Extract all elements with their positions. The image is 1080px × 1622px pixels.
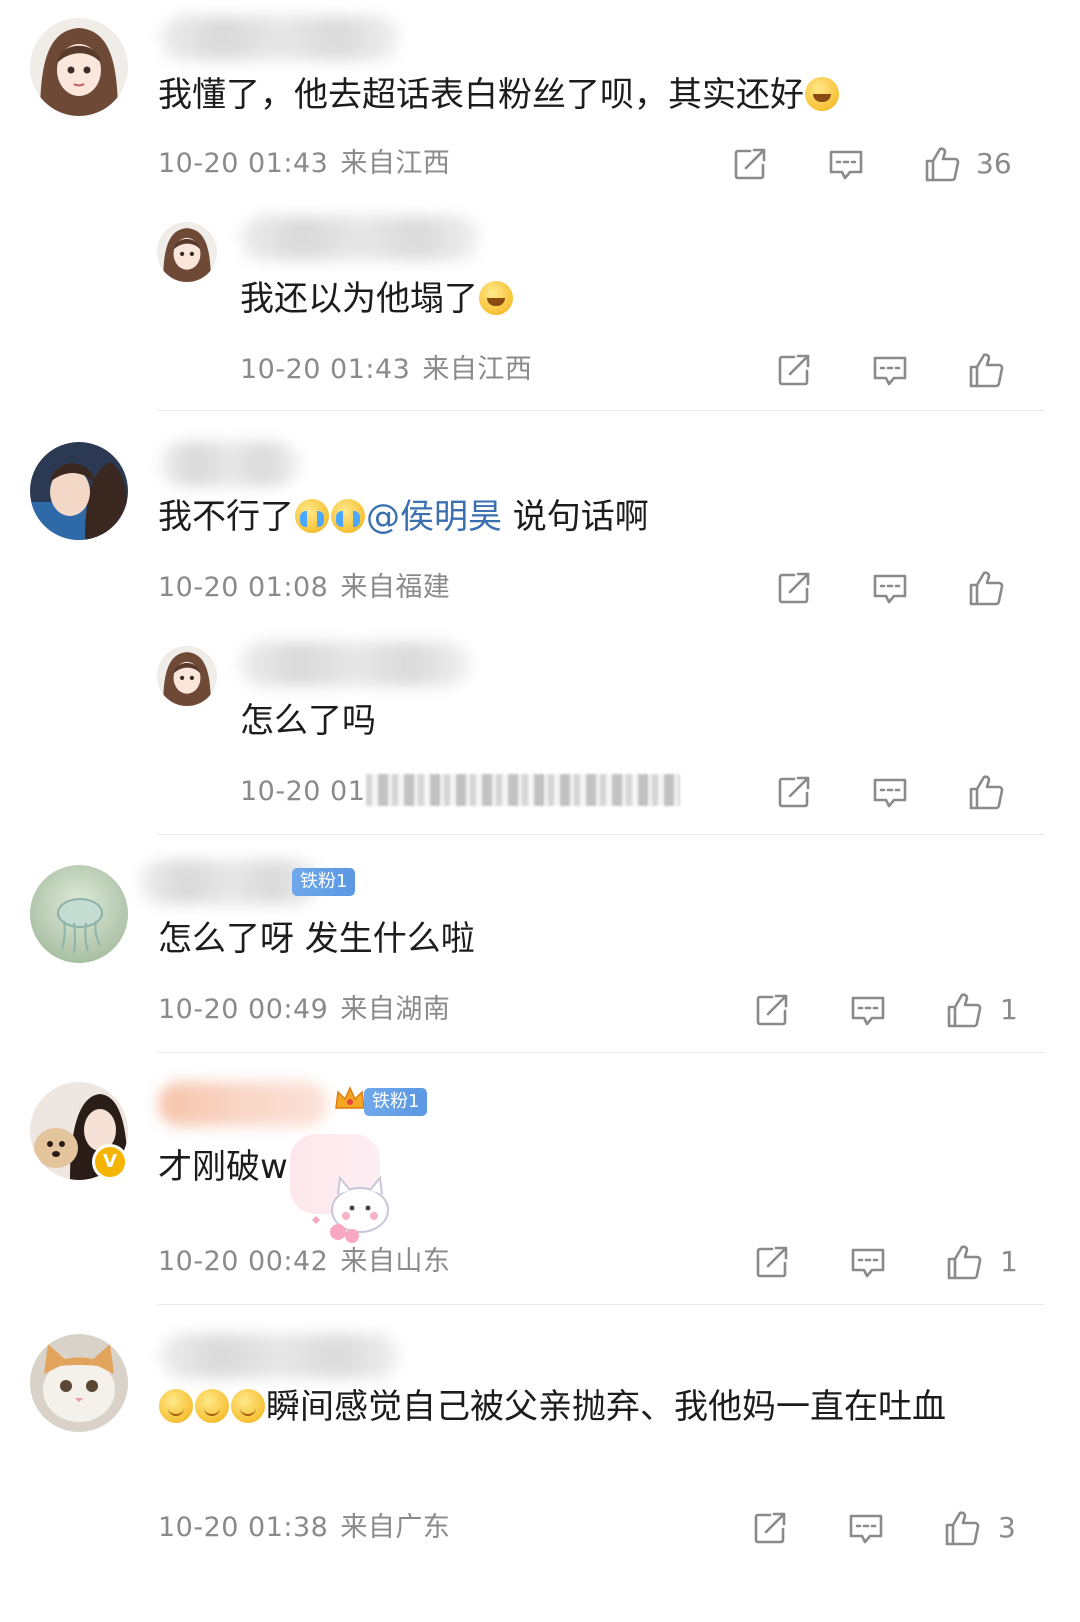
like-count: 36 [976, 147, 1012, 180]
smile-emoji-icon [195, 1389, 229, 1423]
smile-emoji-icon [159, 1389, 193, 1423]
comment-meta: 10-20 01:43 来自江西 [158, 146, 450, 182]
comment-text: 才刚破w [158, 1142, 288, 1192]
user-avatar[interactable] [30, 18, 128, 116]
reply-avatar[interactable] [157, 646, 217, 706]
comment-icon[interactable] [848, 990, 888, 1030]
like-icon[interactable] [922, 144, 962, 184]
comment-actions: 1 [752, 990, 1052, 1034]
comment-text-content: 瞬间感觉自己被父亲抛弃、我他妈一直在吐血 [266, 1387, 946, 1427]
comment-text: 瞬间感觉自己被父亲抛弃、我他妈一直在吐血 [158, 1382, 1018, 1432]
like-count: 3 [998, 1511, 1016, 1544]
reply-location: 来自江西 [422, 354, 533, 385]
username-blurred[interactable] [160, 16, 400, 60]
comment-actions: 36 [730, 144, 1030, 188]
like-count: 1 [1000, 1245, 1018, 1278]
comment-text: 我不行了 @侯明昊 说句话啊 [158, 492, 649, 542]
comment-icon[interactable] [870, 772, 910, 812]
comment-location: 来自山东 [340, 1246, 451, 1277]
comment-meta: 10-20 01:38 来自广东 [158, 1510, 450, 1546]
comment-location: 来自广东 [340, 1512, 451, 1543]
redacted-region [366, 774, 680, 806]
comment-meta: 10-20 01:08 来自福建 [158, 570, 450, 606]
comment-text: 怎么了呀 发生什么啦 [158, 914, 475, 964]
user-avatar[interactable] [30, 442, 128, 540]
comment-text: 我懂了，他去超话表白粉丝了呗，其实还好 [158, 70, 840, 120]
comment-time: 10-20 01:38 [158, 1512, 329, 1543]
comment-actions: 1 [752, 1242, 1052, 1286]
divider [158, 834, 1044, 835]
comment-text-content: 我不行了 [158, 497, 294, 537]
comment-text-content: 才刚破w [158, 1147, 288, 1187]
comment-text-content: 我懂了，他去超话表白粉丝了呗，其实还好 [158, 75, 804, 115]
reply-meta: 10-20 01:43 来自江西 [240, 352, 532, 388]
user-avatar[interactable] [30, 865, 128, 963]
crying-emoji-icon [295, 499, 329, 533]
share-icon[interactable] [752, 990, 792, 1030]
reply-time: 10-20 01 [240, 776, 366, 807]
verified-badge: V [92, 1144, 128, 1180]
like-icon[interactable] [966, 772, 1006, 812]
divider [158, 1304, 1044, 1305]
like-icon[interactable] [944, 1242, 984, 1282]
comment-text-content: 怎么了呀 发生什么啦 [158, 919, 475, 959]
comment-time: 10-20 00:42 [158, 1246, 329, 1277]
fan-badge: 铁粉1 [364, 1088, 428, 1116]
fan-badge: 铁粉1 [292, 868, 356, 896]
reply-username-blurred[interactable] [240, 216, 480, 260]
share-icon[interactable] [750, 1508, 790, 1548]
share-icon[interactable] [774, 772, 814, 812]
comment-actions: 3 [750, 1508, 1050, 1552]
comment-time: 10-20 00:49 [158, 994, 329, 1025]
comment-icon[interactable] [870, 568, 910, 608]
like-count: 1 [1000, 993, 1018, 1026]
like-icon[interactable] [944, 990, 984, 1030]
reply-actions [774, 350, 1074, 394]
comment-icon[interactable] [826, 144, 866, 184]
comment-text-after: 说句话啊 [502, 497, 649, 537]
laugh-emoji-icon [479, 281, 513, 315]
smile-emoji-icon [231, 1389, 265, 1423]
username-blurred[interactable] [160, 442, 300, 486]
reply-text-content: 怎么了吗 [240, 701, 376, 741]
reply-username-blurred[interactable] [240, 642, 470, 686]
mention-link[interactable]: @侯明昊 [366, 497, 502, 537]
share-icon[interactable] [752, 1242, 792, 1282]
reply-meta: 10-20 01 [240, 774, 365, 810]
comment-icon[interactable] [848, 1242, 888, 1282]
username-blurred[interactable] [158, 1082, 328, 1126]
cat-sticker-icon [312, 1175, 389, 1243]
like-icon[interactable] [966, 350, 1006, 390]
username-blurred[interactable] [160, 1334, 400, 1378]
share-icon[interactable] [774, 568, 814, 608]
reply-text: 我还以为他塌了 [240, 274, 514, 324]
reply-avatar[interactable] [157, 222, 217, 282]
laugh-emoji-icon [805, 77, 839, 111]
comment-meta: 10-20 00:42 来自山东 [158, 1244, 450, 1280]
comment-location: 来自福建 [340, 572, 451, 603]
comment-meta: 10-20 00:49 来自湖南 [158, 992, 450, 1028]
crown-icon [335, 1086, 365, 1109]
share-icon[interactable] [730, 144, 770, 184]
like-icon[interactable] [942, 1508, 982, 1548]
share-icon[interactable] [774, 350, 814, 390]
reply-actions [774, 772, 1074, 816]
comment-actions [774, 568, 1074, 612]
comment-location: 来自湖南 [340, 994, 451, 1025]
comment-time: 10-20 01:43 [158, 148, 329, 179]
comment-time: 10-20 01:08 [158, 572, 329, 603]
comment-location: 来自江西 [340, 148, 451, 179]
divider [158, 410, 1044, 411]
user-avatar[interactable] [30, 1334, 128, 1432]
reply-time: 10-20 01:43 [240, 354, 411, 385]
reply-text: 怎么了吗 [240, 696, 376, 746]
like-icon[interactable] [966, 568, 1006, 608]
comment-icon[interactable] [870, 350, 910, 390]
comment-icon[interactable] [846, 1508, 886, 1548]
reply-text-content: 我还以为他塌了 [240, 279, 478, 319]
crying-emoji-icon [331, 499, 365, 533]
divider [158, 1052, 1044, 1053]
